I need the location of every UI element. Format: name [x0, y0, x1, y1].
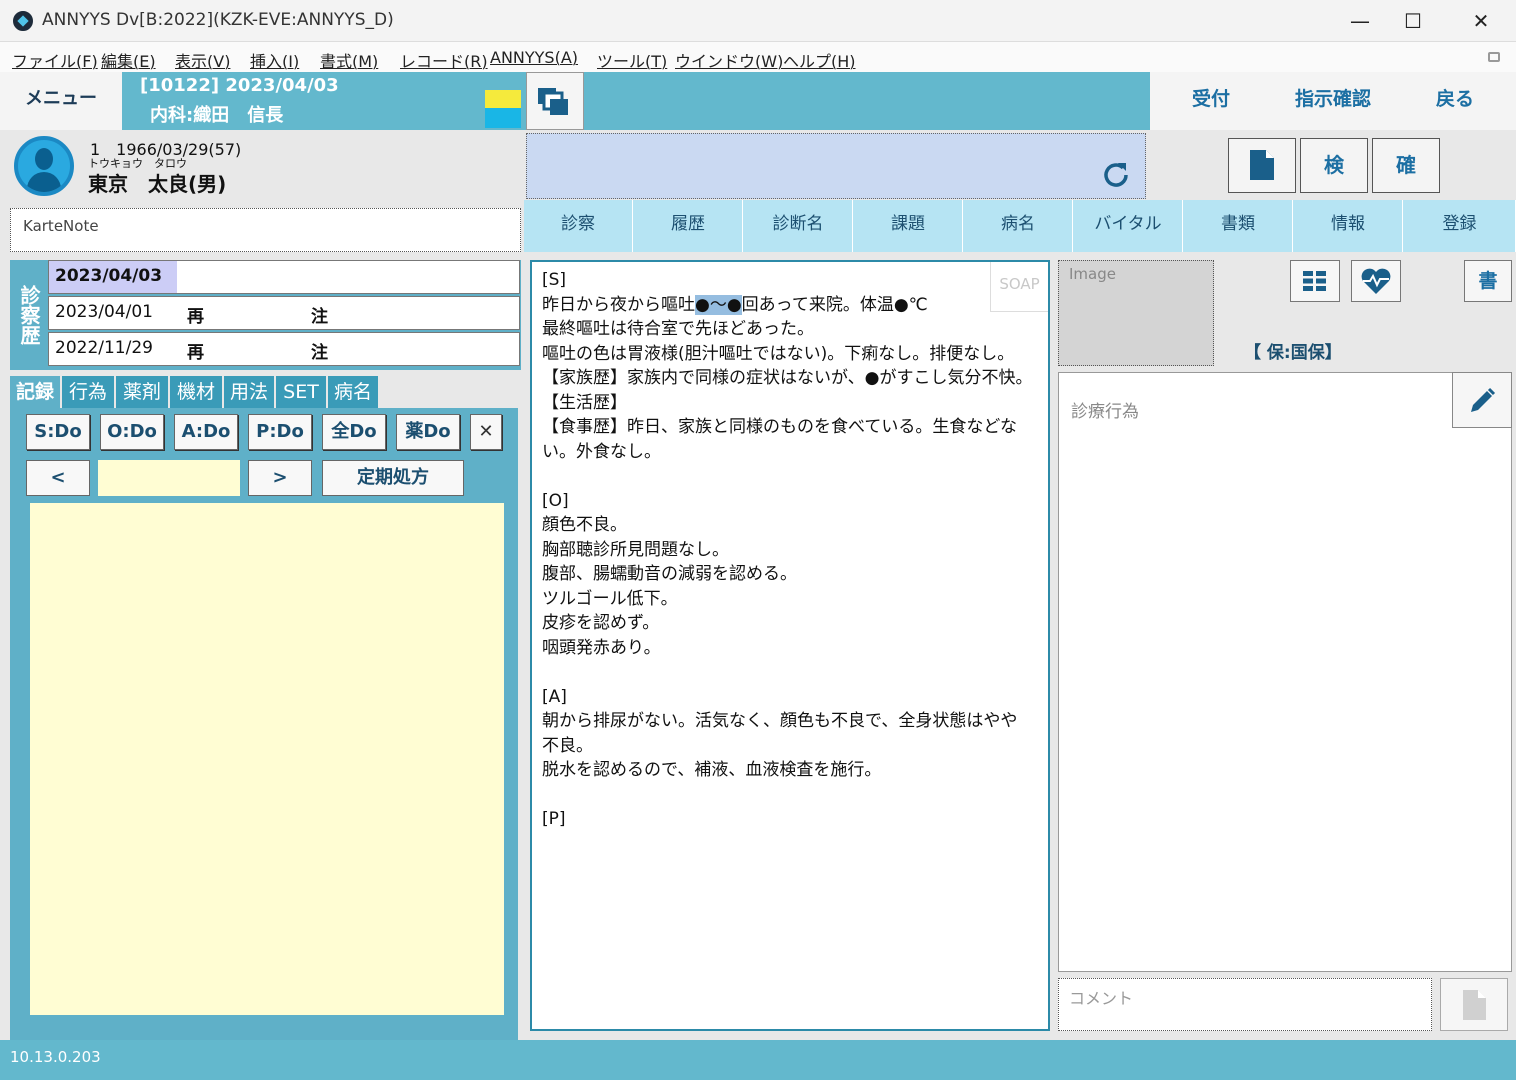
menu-file[interactable]: ファイル(F) — [12, 48, 98, 72]
history-row[interactable]: 2023/04/03 — [48, 260, 520, 294]
history-date: 2023/04/03 — [49, 261, 177, 293]
regular-prescription-button[interactable]: 定期処方 — [322, 460, 464, 496]
menu-window[interactable]: ウインドウ(W) — [675, 48, 783, 72]
history-row[interactable]: 2023/04/01 再 注 — [48, 296, 520, 330]
write-button[interactable]: 書 — [1464, 260, 1512, 302]
menu-insert[interactable]: 挿入(I) — [250, 48, 299, 72]
menu-view[interactable]: 表示(V) — [175, 48, 230, 72]
grid-icon — [1303, 271, 1326, 291]
record-notes-area[interactable] — [30, 503, 504, 1015]
tab-diagnosis[interactable]: 診断名 — [744, 200, 853, 252]
menu-edit[interactable]: 編集(E) — [101, 48, 156, 72]
treatment-panel[interactable]: 診療行為 — [1058, 372, 1512, 972]
department-doctor: 内科:織田 信長 — [150, 105, 284, 126]
soap-s-heading: [S] — [542, 270, 567, 290]
all-do-button[interactable]: 全Do — [322, 414, 386, 450]
menu-bar: ファイル(F) 編集(E) 表示(V) 挿入(I) 書式(M) レコード(R) … — [0, 42, 1516, 72]
karte-note-field[interactable]: KarteNote — [10, 208, 521, 252]
kensa-button[interactable]: 検 — [1300, 138, 1368, 193]
comment-field[interactable]: コメント — [1058, 978, 1432, 1031]
main-menu-button[interactable]: メニュー — [0, 72, 122, 130]
date-field[interactable] — [98, 460, 240, 496]
soap-body: 最終嘔吐は待合室で先ほどあった。 嘔吐の色は胃液様(胆汁嘔吐ではない)。下痢なし… — [542, 319, 1033, 829]
history-date: 2023/04/01 — [55, 302, 153, 322]
tab-record[interactable]: 記録 — [10, 376, 62, 408]
image-box[interactable]: Image — [1058, 260, 1214, 366]
status-indicator-yellow — [485, 90, 521, 108]
clear-button[interactable]: ✕ — [470, 414, 502, 450]
tab-documents[interactable]: 書類 — [1184, 200, 1293, 252]
search-bar[interactable] — [526, 133, 1146, 199]
document-button[interactable] — [1228, 138, 1296, 193]
tab-issues[interactable]: 課題 — [854, 200, 963, 252]
soap-editor[interactable]: [S] 昨日から夜から嘔吐●～●回あって来院。体温●℃ 最終嘔吐は待合室で先ほど… — [530, 260, 1050, 1031]
history-row[interactable]: 2022/11/29 再 注 — [48, 332, 520, 366]
soap-line: 昨日から夜から嘔吐 — [542, 294, 695, 315]
pencil-icon — [1471, 387, 1496, 412]
tab-history[interactable]: 履歴 — [634, 200, 743, 252]
copy-icon — [538, 88, 568, 115]
document-icon — [1250, 150, 1274, 180]
history-date: 2022/11/29 — [55, 338, 153, 358]
maximize-button[interactable]: ☐ — [1398, 8, 1428, 34]
history-note: 注 — [311, 343, 328, 363]
tab-disease[interactable]: 病名 — [328, 376, 380, 408]
order-confirm-button[interactable]: 指示確認 — [1272, 72, 1394, 130]
tab-action[interactable]: 行為 — [62, 376, 116, 408]
next-button[interactable]: > — [248, 460, 312, 496]
menu-annyys[interactable]: ANNYYS(A) — [490, 48, 578, 67]
history-type: 再 — [187, 343, 204, 363]
reception-button[interactable]: 受付 — [1150, 72, 1272, 130]
back-button[interactable]: 戻る — [1394, 72, 1516, 130]
history-type: 再 — [187, 307, 204, 327]
tab-usage[interactable]: 用法 — [224, 376, 276, 408]
status-bar: 10.13.0.203 — [0, 1040, 1516, 1080]
a-do-button[interactable]: A:Do — [174, 414, 238, 450]
document-icon — [1463, 990, 1486, 1020]
soap-tag: SOAP — [990, 262, 1048, 312]
lock-icon — [1488, 52, 1500, 62]
prev-button[interactable]: < — [26, 460, 90, 496]
menu-tools[interactable]: ツール(T) — [597, 48, 667, 72]
tab-equipment[interactable]: 機材 — [170, 376, 224, 408]
patient-name: 東京 太良(男) — [88, 172, 227, 196]
grid-button[interactable] — [1290, 260, 1340, 302]
minimize-button[interactable]: — — [1345, 8, 1375, 34]
s-do-button[interactable]: S:Do — [26, 414, 90, 450]
close-window-button[interactable]: ✕ — [1466, 8, 1496, 34]
vitals-button[interactable] — [1351, 260, 1401, 302]
title-bar: ANNYYS Dv[B:2022](KZK-EVE:ANNYYS_D) — ☐ … — [0, 0, 1516, 42]
comment-document-button[interactable] — [1440, 978, 1508, 1031]
heart-pulse-icon — [1361, 268, 1391, 294]
tab-information[interactable]: 情報 — [1294, 200, 1403, 252]
history-note: 注 — [311, 307, 328, 327]
p-do-button[interactable]: P:Do — [248, 414, 312, 450]
window-title: ANNYYS Dv[B:2022](KZK-EVE:ANNYYS_D) — [42, 10, 394, 30]
menu-help[interactable]: ヘルプ(H) — [783, 48, 856, 72]
tab-disease-name[interactable]: 病名 — [964, 200, 1073, 252]
visit-history-label: 診察歴 — [17, 285, 41, 345]
kakunin-button[interactable]: 確 — [1372, 138, 1440, 193]
patient-avatar-icon — [14, 136, 74, 196]
soap-line: 回あって来院。体温●℃ — [741, 294, 928, 315]
tab-set[interactable]: SET — [276, 376, 328, 408]
tab-vitals[interactable]: バイタル — [1074, 200, 1183, 252]
tab-drug[interactable]: 薬剤 — [116, 376, 170, 408]
visit-info: [10122] 2023/04/03 — [140, 75, 339, 96]
soap-selection: ●～● — [695, 294, 742, 315]
window-copy-button[interactable] — [526, 72, 584, 130]
version-label: 10.13.0.203 — [10, 1048, 101, 1066]
tab-register[interactable]: 登録 — [1404, 200, 1516, 252]
app-logo-icon — [13, 11, 33, 31]
refresh-icon[interactable] — [1099, 158, 1133, 192]
tab-examination[interactable]: 診察 — [524, 200, 633, 252]
drug-do-button[interactable]: 薬Do — [396, 414, 460, 450]
menu-record[interactable]: レコード(R) — [400, 48, 488, 72]
insurance-label: 【 保:国保】 — [1244, 343, 1342, 363]
edit-button[interactable] — [1452, 372, 1512, 428]
status-indicator-blue — [485, 108, 521, 128]
o-do-button[interactable]: O:Do — [100, 414, 164, 450]
menu-format[interactable]: 書式(M) — [320, 48, 378, 72]
